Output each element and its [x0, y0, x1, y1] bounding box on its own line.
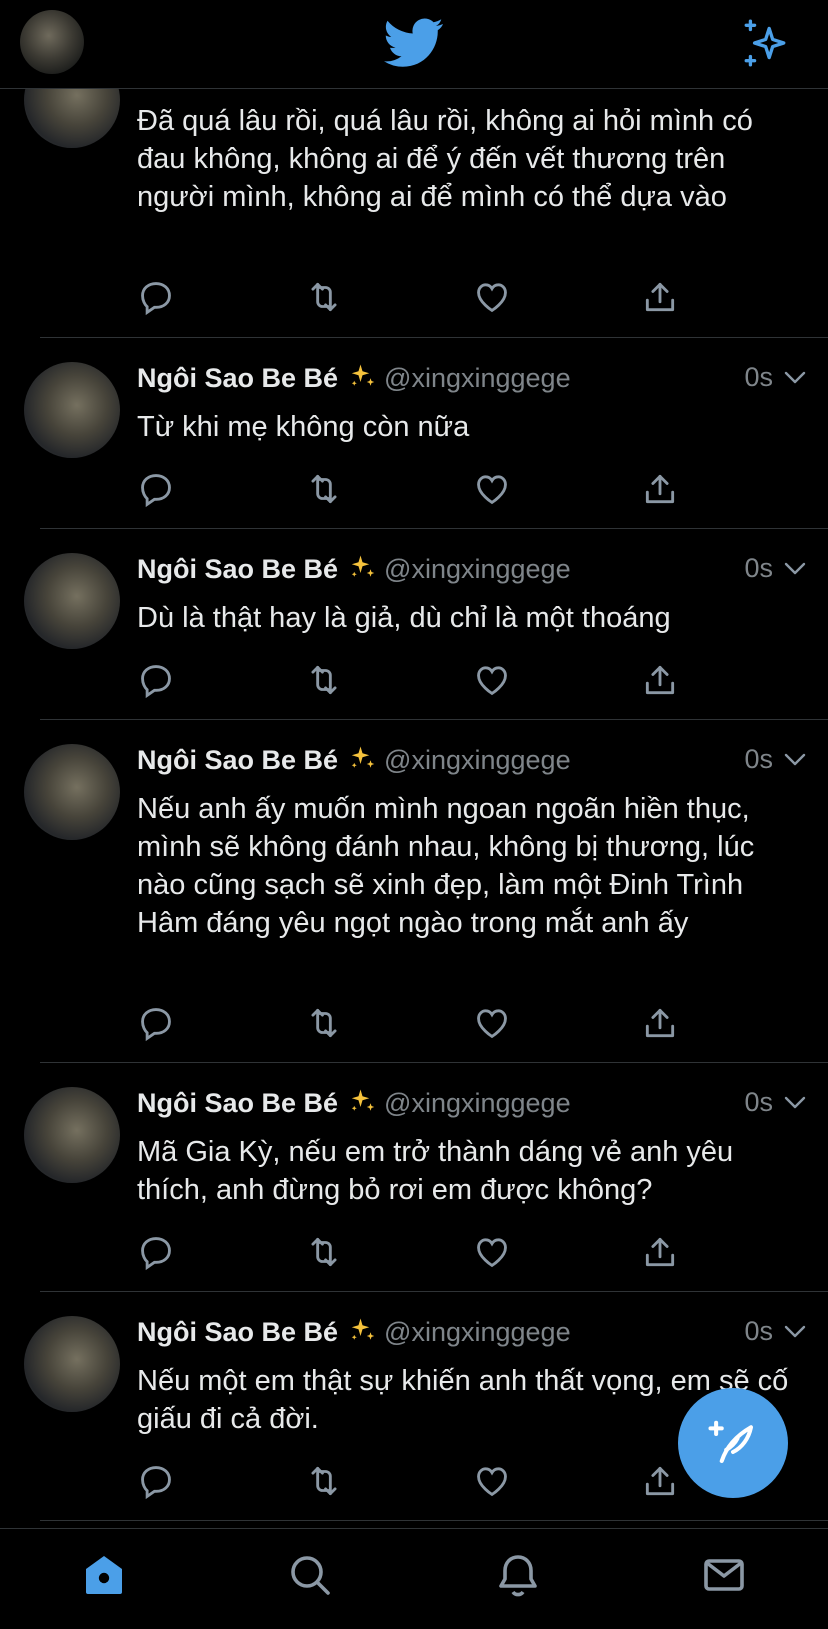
tweet-actions: [137, 1004, 697, 1044]
home-icon: [86, 1556, 122, 1594]
tweet-actions: [137, 1233, 697, 1273]
sparkles-emoji-icon: [351, 746, 375, 768]
display-name[interactable]: Ngôi Sao Be Bé: [137, 745, 338, 775]
tweet[interactable]: Đã quá lâu rồi, quá lâu rồi, không ai hỏ…: [0, 52, 828, 338]
tweet-header: Ngôi Sao Be Bé @xingxinggege 0s: [137, 1087, 807, 1127]
bottom-tab-bar: [0, 1528, 828, 1629]
sparkle-icon[interactable]: [740, 18, 790, 68]
reply-icon[interactable]: [137, 1462, 175, 1500]
sparkles-emoji-icon: [351, 1089, 375, 1111]
timestamp: 0s: [744, 744, 773, 774]
like-icon[interactable]: [473, 1004, 511, 1042]
chevron-down-icon[interactable]: [783, 752, 807, 768]
timestamp: 0s: [744, 553, 773, 583]
tab-home[interactable]: [80, 1551, 128, 1599]
share-icon[interactable]: [641, 470, 679, 508]
display-name[interactable]: Ngôi Sao Be Bé: [137, 554, 338, 584]
timestamp: 0s: [744, 1316, 773, 1346]
retweet-icon[interactable]: [305, 470, 343, 508]
tweet-actions: [137, 1462, 697, 1502]
tweet-actions: [137, 470, 697, 510]
handle: @xingxinggege: [384, 745, 571, 775]
tweet-text: Nếu anh ấy muốn mình ngoan ngoãn hiền th…: [137, 793, 755, 939]
tweet[interactable]: Ngôi Sao Be Bé @xingxinggege 0s Nếu anh ấ…: [0, 720, 828, 1063]
sparkles-emoji-icon: [351, 364, 375, 386]
tweet-actions: [137, 661, 697, 701]
retweet-icon[interactable]: [305, 278, 343, 316]
share-icon[interactable]: [641, 1233, 679, 1271]
tweet-text: Dù là thật hay là giả, dù chỉ là một tho…: [137, 602, 671, 634]
share-icon[interactable]: [641, 661, 679, 699]
tweet-header: Ngôi Sao Be Bé @xingxinggege 0s: [137, 744, 807, 784]
handle: @xingxinggege: [384, 363, 571, 393]
handle: @xingxinggege: [384, 1088, 571, 1118]
tweet[interactable]: Ngôi Sao Be Bé @xingxinggege 0s Dù là thậ…: [0, 529, 828, 720]
tweet-text: Từ khi mẹ không còn nữa: [137, 411, 470, 443]
chevron-down-icon[interactable]: [783, 561, 807, 577]
tab-search[interactable]: [286, 1551, 334, 1599]
reply-icon[interactable]: [137, 278, 175, 316]
retweet-icon[interactable]: [305, 661, 343, 699]
messages-icon: [704, 1559, 744, 1591]
chevron-down-icon[interactable]: [783, 1095, 807, 1111]
notifications-icon: [499, 1555, 537, 1597]
tab-notifications[interactable]: [494, 1551, 542, 1599]
reply-icon[interactable]: [137, 661, 175, 699]
retweet-icon[interactable]: [305, 1233, 343, 1271]
tweet-actions: [137, 278, 697, 318]
tweet-header: Ngôi Sao Be Bé @xingxinggege 0s: [137, 553, 807, 593]
sparkles-emoji-icon: [351, 1318, 375, 1340]
retweet-icon[interactable]: [305, 1004, 343, 1042]
compose-tweet-button[interactable]: [678, 1388, 788, 1498]
tweet[interactable]: Ngôi Sao Be Bé @xingxinggege 0s Từ khi mẹ…: [0, 338, 828, 529]
like-icon[interactable]: [473, 1462, 511, 1500]
tweet-header: Ngôi Sao Be Bé @xingxinggege 0s: [137, 362, 807, 402]
tweet-text: Đã quá lâu rồi, quá lâu rồi, không ai hỏ…: [137, 105, 753, 213]
top-bar: [0, 0, 828, 89]
share-icon[interactable]: [641, 278, 679, 316]
tab-messages[interactable]: [700, 1551, 748, 1599]
tweet[interactable]: Ngôi Sao Be Bé @xingxinggege 0s Mã Gia Kỳ…: [0, 1063, 828, 1292]
twitter-bird-icon[interactable]: [384, 18, 444, 68]
like-icon[interactable]: [473, 1233, 511, 1271]
sparkles-emoji-icon: [351, 555, 375, 577]
divider: [40, 1520, 828, 1521]
reply-icon[interactable]: [137, 1004, 175, 1042]
like-icon[interactable]: [473, 278, 511, 316]
like-icon[interactable]: [473, 661, 511, 699]
display-name[interactable]: Ngôi Sao Be Bé: [137, 1317, 338, 1347]
share-icon[interactable]: [641, 1004, 679, 1042]
handle: @xingxinggege: [384, 1317, 571, 1347]
avatar[interactable]: [24, 1316, 120, 1412]
avatar[interactable]: [24, 744, 120, 840]
chevron-down-icon[interactable]: [783, 370, 807, 386]
timestamp: 0s: [744, 362, 773, 392]
reply-icon[interactable]: [137, 1233, 175, 1271]
avatar[interactable]: [24, 1087, 120, 1183]
reply-icon[interactable]: [137, 470, 175, 508]
avatar[interactable]: [24, 362, 120, 458]
display-name[interactable]: Ngôi Sao Be Bé: [137, 363, 338, 393]
share-icon[interactable]: [641, 1462, 679, 1500]
avatar[interactable]: [24, 553, 120, 649]
search-icon: [291, 1556, 330, 1595]
like-icon[interactable]: [473, 470, 511, 508]
profile-avatar[interactable]: [20, 10, 84, 74]
display-name[interactable]: Ngôi Sao Be Bé: [137, 1088, 338, 1118]
chevron-down-icon[interactable]: [783, 1324, 807, 1340]
tweet-header: Ngôi Sao Be Bé @xingxinggege 0s: [137, 1316, 807, 1356]
timestamp: 0s: [744, 1087, 773, 1117]
handle: @xingxinggege: [384, 554, 571, 584]
timeline: Đã quá lâu rồi, quá lâu rồi, không ai hỏ…: [0, 0, 828, 1528]
tweet-text: Mã Gia Kỳ, nếu em trở thành dáng vẻ anh …: [137, 1136, 734, 1206]
retweet-icon[interactable]: [305, 1462, 343, 1500]
compose-tweet-icon: [708, 1420, 754, 1464]
